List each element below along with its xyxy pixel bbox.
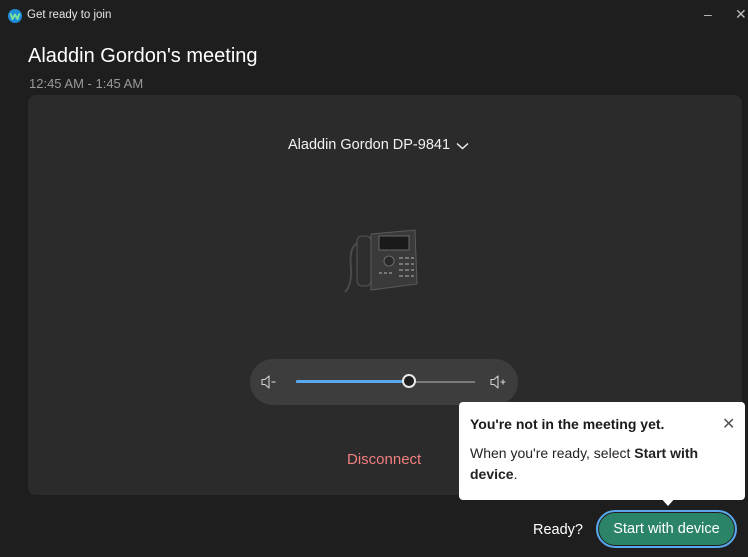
tooltip-body: When you're ready, select Start with dev…: [470, 443, 732, 485]
disconnect-button[interactable]: Disconnect: [347, 451, 421, 468]
close-window-button[interactable]: ✕: [735, 6, 747, 22]
coachmark-tooltip: You're not in the meeting yet. ✕ When yo…: [459, 402, 745, 500]
tooltip-arrow: [659, 496, 677, 506]
chevron-down-icon: [456, 142, 469, 149]
volume-down-icon[interactable]: [260, 373, 278, 391]
window-title: Get ready to join: [27, 9, 112, 21]
minimize-button[interactable]: –: [704, 6, 712, 22]
slider-thumb[interactable]: [402, 374, 416, 388]
tooltip-title: You're not in the meeting yet.: [470, 416, 665, 432]
device-dropdown[interactable]: Aladdin Gordon DP-9841: [288, 137, 469, 153]
desk-phone-icon: [344, 229, 418, 293]
ready-label: Ready?: [533, 522, 583, 538]
webex-app-icon: [8, 9, 22, 23]
tooltip-body-text: When you're ready, select: [470, 445, 635, 461]
tooltip-close-icon[interactable]: ✕: [722, 414, 735, 434]
start-with-device-button[interactable]: Start with device: [596, 510, 737, 548]
slider-fill: [296, 380, 411, 383]
volume-slider[interactable]: [296, 372, 475, 392]
tooltip-body-end: .: [513, 466, 518, 482]
meeting-time: 12:45 AM - 1:45 AM: [29, 76, 144, 91]
title-bar: Get ready to join – ✕: [0, 0, 748, 30]
volume-up-icon[interactable]: [489, 373, 509, 391]
device-name: Aladdin Gordon DP-9841: [288, 137, 451, 153]
meeting-title: Aladdin Gordon's meeting: [28, 45, 258, 67]
